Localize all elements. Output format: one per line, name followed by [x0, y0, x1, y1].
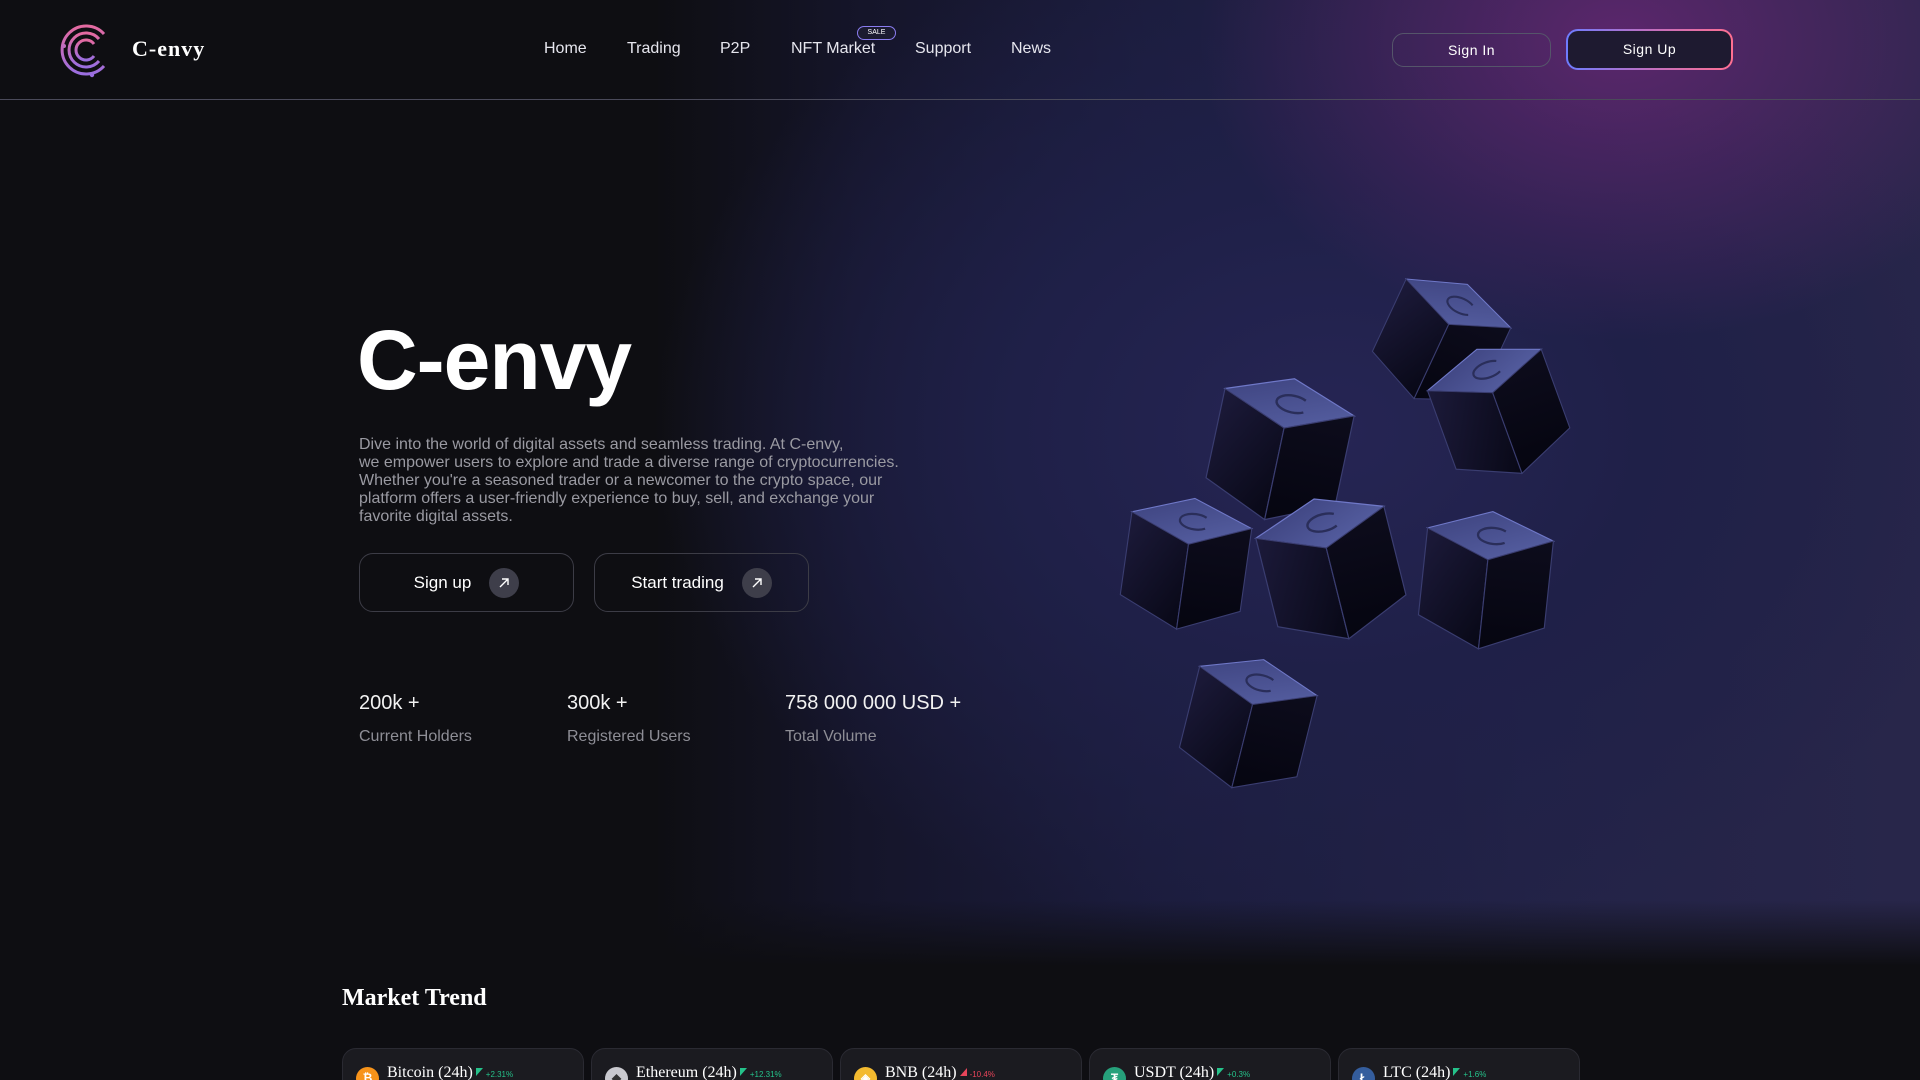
coin-name: USDT (24h) — [1134, 1064, 1215, 1080]
sign-up-label: Sign up — [413, 572, 472, 592]
market-card-bnb[interactable]: ◈ BNB (24h) -10.4% — [840, 1048, 1082, 1080]
trend-up-icon — [739, 1068, 747, 1076]
bitcoin-icon: ₿ — [356, 1067, 379, 1080]
hero-title: C-envy — [357, 313, 632, 407]
sign-up-label: Sign Up — [1568, 31, 1731, 68]
nav-trading[interactable]: Trading — [627, 40, 681, 58]
trend-up-icon — [1217, 1068, 1225, 1076]
trend-up-icon — [1453, 1068, 1461, 1076]
change-value: -10.4% — [969, 1070, 995, 1079]
usdt-icon: ₮ — [1103, 1067, 1126, 1080]
bnb-icon: ◈ — [854, 1067, 877, 1080]
market-trend-title: Market Trend — [342, 985, 487, 1011]
change-value: +1.6% — [1463, 1070, 1487, 1079]
market-card-ltc[interactable]: Ł LTC (24h) +1.6% — [1338, 1048, 1580, 1080]
start-trading-button[interactable]: Start trading — [594, 553, 809, 612]
nav-home[interactable]: Home — [544, 40, 587, 58]
coin-name: LTC (24h) — [1383, 1064, 1451, 1080]
market-card-usdt[interactable]: ₮ USDT (24h) +0.3% — [1089, 1048, 1331, 1080]
cube — [1171, 643, 1324, 804]
cube — [1414, 503, 1557, 657]
market-card-bitcoin[interactable]: ₿ Bitcoin (24h) +2.31% — [342, 1048, 584, 1080]
stat-users: 300k + Registered Users — [567, 692, 691, 746]
landing-page: C-envy Home Trading P2P NFT Market Suppo… — [0, 0, 1920, 1080]
ethereum-icon: ◆ — [605, 1067, 628, 1080]
nav-p2p[interactable]: P2P — [720, 40, 750, 58]
coin-name: BNB (24h) — [885, 1064, 957, 1080]
nav-support[interactable]: Support — [915, 40, 971, 58]
ltc-icon: Ł — [1352, 1067, 1375, 1080]
start-trading-label: Start trading — [631, 572, 724, 592]
stat-value: 200k + — [359, 692, 420, 714]
change-value: +2.31% — [485, 1070, 514, 1079]
arrow-up-right-icon — [489, 567, 520, 598]
sign-up-button[interactable]: Sign Up — [1566, 29, 1733, 70]
nav-nft-market[interactable]: NFT Market — [791, 40, 875, 58]
trend-up-icon — [475, 1068, 483, 1076]
logo-icon[interactable] — [60, 22, 116, 78]
change-value: +12.31% — [749, 1070, 782, 1079]
coin-name: Bitcoin (24h) — [387, 1064, 473, 1080]
stat-holders: 200k + Current Holders — [359, 692, 472, 746]
sign-in-button[interactable]: Sign In — [1392, 33, 1551, 67]
stat-label: Registered Users — [567, 728, 691, 745]
stat-value: 300k + — [567, 692, 628, 714]
coin-name: Ethereum (24h) — [636, 1064, 737, 1080]
floating-cubes-illustration — [1115, 258, 1580, 804]
hero-sign-up-button[interactable]: Sign up — [359, 553, 574, 612]
change-value: +0.3% — [1227, 1070, 1251, 1079]
nav-news[interactable]: News — [1011, 40, 1051, 58]
sale-badge: SALE — [857, 26, 896, 40]
stat-label: Current Holders — [359, 728, 472, 745]
arrow-up-right-icon — [741, 567, 772, 598]
brand-name[interactable]: C-envy — [132, 36, 205, 62]
market-card-ethereum[interactable]: ◆ Ethereum (24h) +12.31% — [591, 1048, 833, 1080]
stat-label: Total Volume — [785, 728, 877, 745]
stat-volume: 758 000 000 USD + Total Volume — [785, 692, 961, 746]
cube — [1115, 488, 1256, 639]
hero-description: Dive into the world of digital assets an… — [359, 436, 899, 525]
top-nav: C-envy Home Trading P2P NFT Market Suppo… — [0, 0, 1920, 100]
section-fade — [0, 900, 1920, 966]
stat-value: 758 000 000 USD + — [785, 692, 962, 714]
trend-down-icon — [959, 1068, 967, 1076]
